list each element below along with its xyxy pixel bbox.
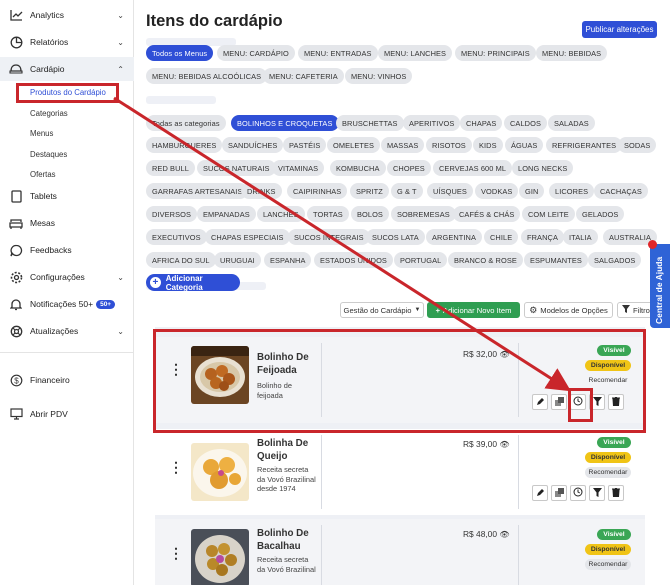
notification-dot [648,240,657,249]
help-center-tab[interactable]: Central de Ajuda [650,244,670,328]
help-center-label: Central de Ajuda [654,256,664,324]
annotation-arrow [113,96,572,392]
